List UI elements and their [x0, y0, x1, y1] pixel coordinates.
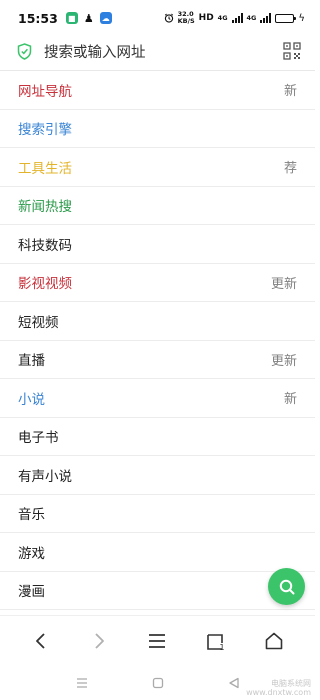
list-item-search-engines[interactable]: 搜索引擎: [0, 110, 315, 148]
list-item-badge: 更新: [270, 276, 297, 292]
network-speed: 32.0 KB/S: [178, 11, 195, 25]
list-item-music[interactable]: 音乐: [0, 495, 315, 533]
alarm-icon: [164, 13, 173, 23]
category-list: 网址导航 新 搜索引擎 工具生活 荐 新闻热搜 科技数码 影视视频 更新 短视频…: [0, 70, 315, 610]
shield-icon: [17, 42, 32, 60]
app-notification-icon: ■: [65, 12, 78, 24]
network-type-1: 4G: [217, 13, 228, 22]
list-item-badge: 荐: [283, 161, 297, 177]
list-item-live[interactable]: 直播 更新: [0, 341, 315, 379]
recents-icon: [76, 677, 87, 688]
list-item-label: 影视视频: [18, 276, 72, 293]
bottom-nav: 1: [0, 615, 315, 665]
charging-icon: ϟ: [298, 12, 305, 24]
system-home-button[interactable]: [150, 675, 166, 691]
list-item-label: 漫画: [18, 584, 45, 601]
status-bar: 15:53 ■ ♟ ☁ 32.0 KB/S HD 4G 4G ϟ: [0, 0, 315, 36]
forward-icon: [95, 632, 105, 649]
search-icon: [279, 579, 294, 594]
list-item-short-video[interactable]: 短视频: [0, 302, 315, 341]
watermark-line-2: www.dnxtw.com: [246, 688, 311, 697]
list-item-label: 小说: [18, 391, 45, 408]
recents-button[interactable]: [74, 675, 90, 691]
status-right: 32.0 KB/S HD 4G 4G ϟ: [164, 11, 305, 25]
qr-scan-icon[interactable]: [283, 42, 301, 60]
status-left: 15:53 ■ ♟ ☁: [18, 11, 112, 26]
watermark-line-1: 电脑系统网: [271, 679, 311, 688]
list-item-ebook[interactable]: 电子书: [0, 418, 315, 456]
home-icon: [265, 632, 283, 649]
list-item-audiobook[interactable]: 有声小说: [0, 456, 315, 495]
search-input[interactable]: 搜索或输入网址: [44, 41, 283, 62]
list-item-tools[interactable]: 工具生活 荐: [0, 148, 315, 187]
hd-indicator: HD: [198, 12, 214, 23]
tabs-icon: 1: [206, 633, 224, 652]
list-item-label: 直播: [18, 353, 45, 370]
status-time: 15:53: [18, 10, 58, 26]
back-button[interactable]: [21, 621, 61, 661]
list-item-label: 网址导航: [18, 83, 72, 100]
back-triangle-icon: [228, 677, 239, 688]
list-item-video[interactable]: 影视视频 更新: [0, 264, 315, 302]
cloud-app-icon: ☁: [99, 12, 112, 24]
home-square-icon: [152, 677, 163, 688]
system-back-button[interactable]: [226, 675, 242, 691]
search-bar[interactable]: 搜索或输入网址: [0, 36, 315, 66]
list-item-label: 工具生活: [18, 160, 72, 177]
list-item-label: 新闻热搜: [18, 199, 72, 216]
tabs-count: 1: [219, 643, 224, 652]
list-item-label: 有声小说: [18, 468, 72, 485]
list-item-badge: 新: [283, 392, 297, 408]
list-item-novel[interactable]: 小说 新: [0, 379, 315, 418]
floating-search-button[interactable]: [268, 568, 305, 605]
signal-icon-1: [231, 13, 243, 23]
list-item-nav[interactable]: 网址导航 新: [0, 71, 315, 110]
signal-icon-2: [260, 13, 272, 23]
menu-icon: [149, 633, 166, 648]
list-item-label: 电子书: [18, 430, 59, 447]
list-item-badge: 更新: [270, 353, 297, 369]
list-item-tech[interactable]: 科技数码: [0, 225, 315, 264]
qq-penguin-icon: ♟: [83, 11, 94, 25]
list-item-games[interactable]: 游戏: [0, 533, 315, 572]
watermark: 电脑系统网 www.dnxtw.com: [246, 679, 311, 697]
speed-unit: KB/S: [177, 17, 195, 25]
list-item-label: 音乐: [18, 507, 45, 524]
back-icon: [36, 632, 45, 649]
list-item-news[interactable]: 新闻热搜: [0, 187, 315, 225]
tabs-button[interactable]: 1: [196, 621, 236, 661]
list-item-label: 游戏: [18, 545, 45, 562]
battery-icon: [275, 13, 297, 23]
list-item-label: 科技数码: [18, 237, 72, 254]
forward-button[interactable]: [79, 621, 119, 661]
list-item-badge: 新: [283, 84, 297, 100]
menu-button[interactable]: [137, 621, 177, 661]
list-item-label: 搜索引擎: [18, 122, 72, 139]
home-button[interactable]: [254, 621, 294, 661]
network-type-2: 4G: [246, 13, 257, 22]
list-item-label: 短视频: [18, 314, 59, 331]
